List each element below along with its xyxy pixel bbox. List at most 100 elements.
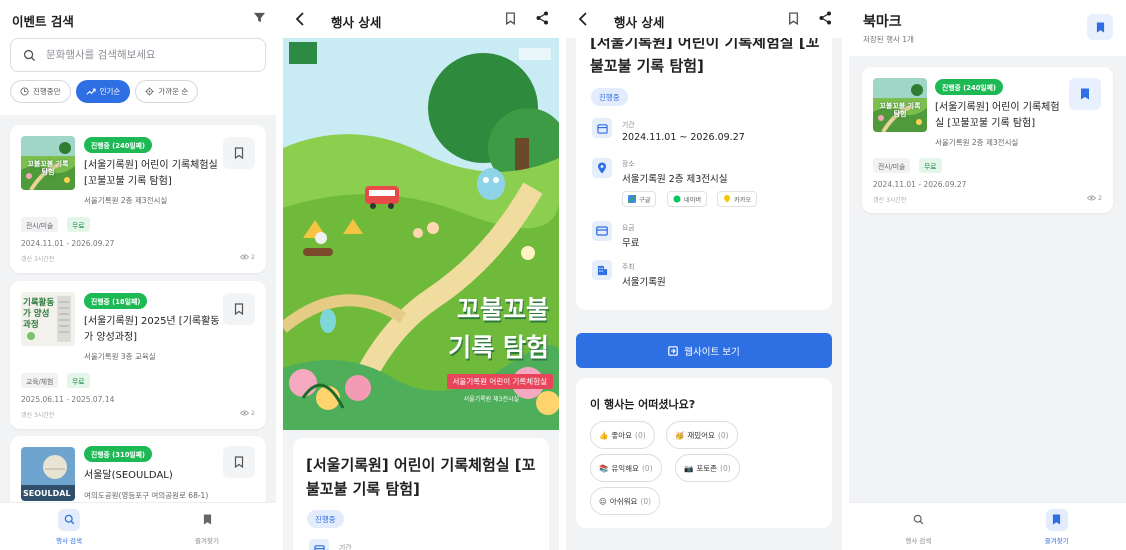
nav-label: 즐겨찾기: [195, 536, 219, 545]
map-button-label: 네이버: [684, 196, 702, 204]
location-pin-icon: [592, 158, 612, 178]
category-tag: 전시/미술: [873, 158, 911, 173]
share-icon[interactable]: [536, 11, 549, 25]
chip-nearby[interactable]: 가까운 순: [135, 80, 199, 103]
event-title-line: [꼬불꼬불 기록 탐험]: [84, 176, 172, 187]
search-icon: [23, 49, 36, 62]
bottom-nav: 행사 검색 즐겨찾기: [0, 502, 276, 550]
chip-ongoing[interactable]: 진행중만: [10, 80, 71, 103]
event-title: [서울기록원] 어린이 기록체험 실 [꼬불꼬불 기록 탐험]: [935, 100, 1060, 132]
event-card[interactable]: 꼬불꼬불 기록 탐험 진행중 (240일째) [서울기록원] 어린이 기록체험실…: [10, 125, 266, 273]
event-title-line: 가 양성과정]: [84, 332, 138, 343]
status-badge: 진행중: [591, 88, 628, 106]
bookmark-icon: [234, 456, 244, 468]
bookmark-filled-icon: [1052, 514, 1061, 525]
event-place: 서울기록원 3층 교육실: [84, 352, 156, 361]
event-title-line: [서울기록원] 어린이 기록체험실: [84, 160, 218, 171]
website-button[interactable]: 웹사이트 보기: [576, 333, 832, 368]
chip-popular[interactable]: 인기순: [75, 80, 131, 103]
eye-icon: [239, 410, 249, 416]
view-count-value: 2: [1097, 194, 1102, 202]
status-badge: 진행중 (240일째): [935, 79, 1004, 95]
location-icon: [145, 87, 154, 96]
thumbs-up-icon: 👍: [599, 430, 609, 440]
share-icon[interactable]: [819, 11, 832, 25]
thumbnail-text: 기록활동가 양성과정: [23, 298, 55, 330]
card-icon: [592, 221, 612, 241]
thumbnail-text: SEOULDAL: [23, 489, 71, 498]
period-value: 2024.11.01 ~ 2026.09.27: [622, 132, 745, 143]
nav-bookmarks[interactable]: 즐겨찾기: [138, 503, 276, 550]
naver-map-icon: [673, 195, 681, 203]
period-label: 기간: [622, 121, 635, 129]
nav-label: 행사 검색: [56, 536, 82, 545]
chip-label: 인기순: [99, 87, 121, 96]
bookmark-icon: [234, 147, 244, 159]
reaction-count: (0): [640, 496, 652, 506]
bookmark-icon[interactable]: [505, 12, 516, 25]
bookmark-button[interactable]: [1069, 78, 1101, 110]
reaction-photozone-button[interactable]: 📷 포토존 (0): [675, 454, 740, 482]
nav-bookmarks[interactable]: 즐겨찾기: [988, 503, 1126, 550]
filter-icon[interactable]: [252, 10, 266, 24]
event-card[interactable]: 기록활동가 양성과정 진행중 (18일째) [서울기록원] 2025년 [기록활…: [10, 281, 266, 429]
event-detail-scrolled-screen: [서울기록원] 어린이 기록체험실 [꼬 불꼬불 기록 탐험] 진행중 기간 2…: [566, 0, 842, 550]
bookmark-icon[interactable]: [788, 12, 799, 25]
view-count: 2: [239, 409, 255, 417]
category-tag: 전시/미술: [21, 217, 59, 232]
camera-icon: 📷: [684, 463, 694, 473]
view-count-value: 2: [250, 253, 255, 261]
place-value: 서울기록원 2층 제3전시실: [622, 174, 728, 185]
google-map-button[interactable]: 구글: [622, 191, 657, 207]
reaction-like-button[interactable]: 👍 좋아요 (0): [590, 421, 655, 449]
reaction-count: (0): [635, 430, 646, 440]
back-arrow-icon[interactable]: [578, 12, 588, 26]
updated-text: 갱신 3시간전: [21, 412, 55, 419]
event-place: 여의도공원(영등포구 여의공원로 68-1): [84, 491, 209, 500]
nav-label: 즐겨찾기: [1044, 536, 1069, 545]
poster-subtitle: 서울기록원 제3전시실: [463, 396, 519, 403]
nav-search[interactable]: 행사 검색: [849, 503, 988, 550]
category-tag: 교육/체험: [21, 373, 59, 388]
reaction-count: (0): [641, 463, 653, 473]
reaction-count: (0): [717, 430, 729, 440]
event-date: 2024.11.01 - 2026.09.27: [21, 239, 115, 248]
bookmarks-screen: 북마크 저장된 행사 1개 꼬불꼬불 기록 탐험 진행중 (240일째) [서울…: [849, 0, 1126, 550]
detail-topbar: 행사 상세: [566, 0, 842, 38]
reaction-card: 이 행사는 어떠셨나요? 👍 좋아요 (0) 🥳 재밌어요 (0) 📚 유익해요…: [576, 378, 832, 528]
bookmark-button[interactable]: [223, 293, 255, 325]
status-badge: 진행중 (310일째): [84, 446, 153, 462]
reaction-count: (0): [720, 463, 731, 473]
view-count: 2: [239, 253, 255, 261]
reaction-label: 좋아요: [611, 430, 633, 440]
party-face-icon: 🥳: [675, 430, 685, 440]
kakao-map-button[interactable]: 카카오: [717, 191, 758, 207]
page-title: 행사 상세: [614, 15, 665, 30]
bookmark-count: 저장된 행사 1개: [863, 35, 914, 44]
website-button-label: 웹사이트 보기: [684, 346, 740, 358]
bookmark-filled-icon: [1080, 88, 1090, 100]
search-input[interactable]: [46, 49, 246, 61]
fee-tag: 무료: [919, 158, 942, 173]
search-header: 이벤트 검색 진행중만 인기순 가까운 순: [0, 0, 276, 115]
event-thumbnail: 기록활동가 양성과정: [21, 292, 75, 346]
updated-text: 갱신 3시간전: [873, 197, 907, 204]
bookmark-button[interactable]: [223, 446, 255, 478]
nav-search[interactable]: 행사 검색: [0, 503, 138, 550]
bookmark-filter-button[interactable]: [1087, 14, 1113, 40]
status-badge: 진행중 (240일째): [84, 137, 153, 153]
status-badge: 진행중 (18일째): [84, 293, 148, 309]
back-arrow-icon[interactable]: [295, 12, 305, 26]
naver-map-button[interactable]: 네이버: [667, 191, 708, 207]
thumbnail-text: 꼬불꼬불 기록 탐험: [879, 102, 921, 118]
reaction-fun-button[interactable]: 🥳 재밌어요 (0): [666, 421, 738, 449]
bookmarked-event-card[interactable]: 꼬불꼬불 기록 탐험 진행중 (240일째) [서울기록원] 어린이 기록체험 …: [862, 67, 1113, 213]
reaction-disappointed-button[interactable]: 😐 아쉬워요 (0): [590, 487, 661, 515]
filter-chips: 진행중만 인기순 가까운 순: [10, 80, 199, 103]
event-search-screen: 이벤트 검색 진행중만 인기순 가까운 순: [0, 0, 276, 550]
thumbnail-text: 꼬불꼬불 기록 탐험: [27, 160, 69, 176]
search-box[interactable]: [10, 38, 266, 72]
reaction-useful-button[interactable]: 📚 유익해요 (0): [590, 454, 662, 482]
bookmark-button[interactable]: [223, 137, 255, 169]
event-detail-screen: 행사 상세 꼬불꼬불 기록 탐험 서울기록원 어린이 기록체험실 서울기록원 제…: [283, 0, 559, 550]
